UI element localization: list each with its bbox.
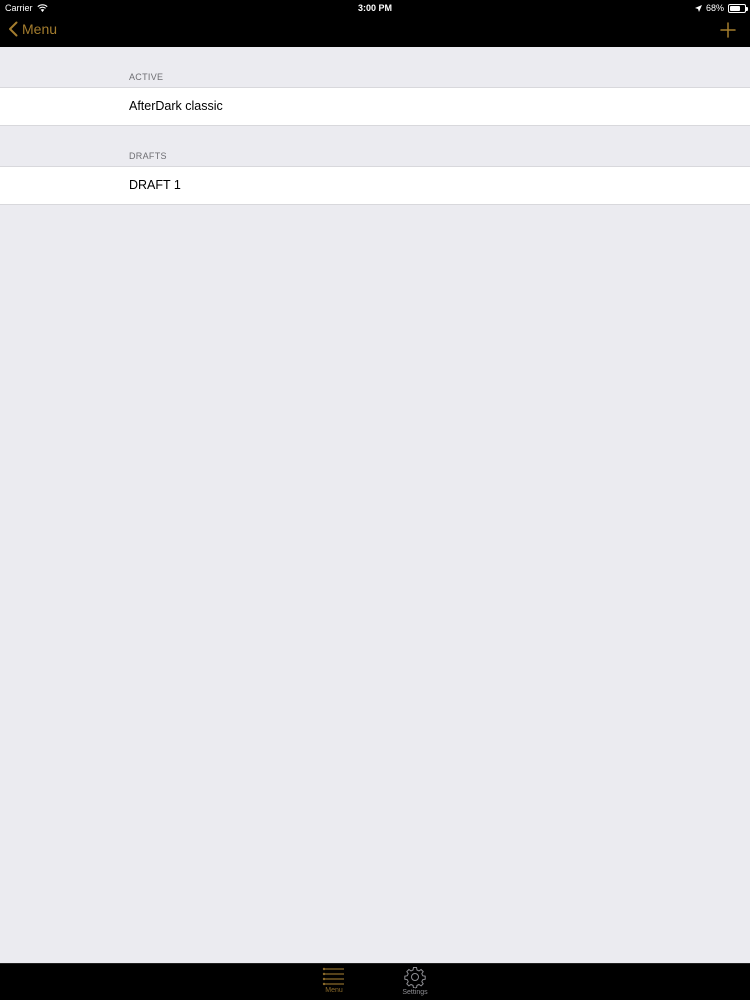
section-header-label: DRAFTS [129,151,167,161]
app-screen: Carrier 3:00 PM 68% Menu ACTIVE AfterDar… [0,0,750,1000]
status-time: 3:00 PM [357,3,392,13]
battery-fill [730,5,740,11]
list-item[interactable]: AfterDark classic [0,87,750,126]
tab-settings[interactable]: Settings [390,966,440,996]
section-header: DRAFTS [0,126,750,166]
list-item-label: DRAFT 1 [129,178,181,192]
tab-settings-label: Settings [402,989,428,996]
location-arrow-icon [694,4,702,12]
section-drafts: DRAFTS DRAFT 1 [0,126,750,205]
section-header: ACTIVE [0,47,750,87]
list-item[interactable]: DRAFT 1 [0,166,750,205]
back-button[interactable]: Menu [8,21,57,37]
add-icon[interactable] [720,22,736,38]
status-right: 68% [694,3,748,13]
table-view: ACTIVE AfterDark classic DRAFTS DRAFT 1 [0,47,750,205]
battery-percent: 68% [705,3,724,13]
back-button-label: Menu [22,21,58,37]
battery-icon [728,3,748,13]
status-bar: Carrier 3:00 PM 68% [0,0,750,16]
section-active: ACTIVE AfterDark classic [0,47,750,126]
chevron-left-icon [9,21,18,37]
nav-bar: Menu [0,16,750,47]
tab-menu[interactable]: Menu [309,966,359,994]
section-header-label: ACTIVE [129,72,164,82]
list-item-label: AfterDark classic [129,99,223,113]
top-bar: Carrier 3:00 PM 68% Menu [0,0,750,47]
list-icon [322,967,344,986]
tab-menu-label: Menu [325,987,343,994]
tab-bar: Menu Settings [0,963,750,1000]
gear-icon [404,967,426,988]
